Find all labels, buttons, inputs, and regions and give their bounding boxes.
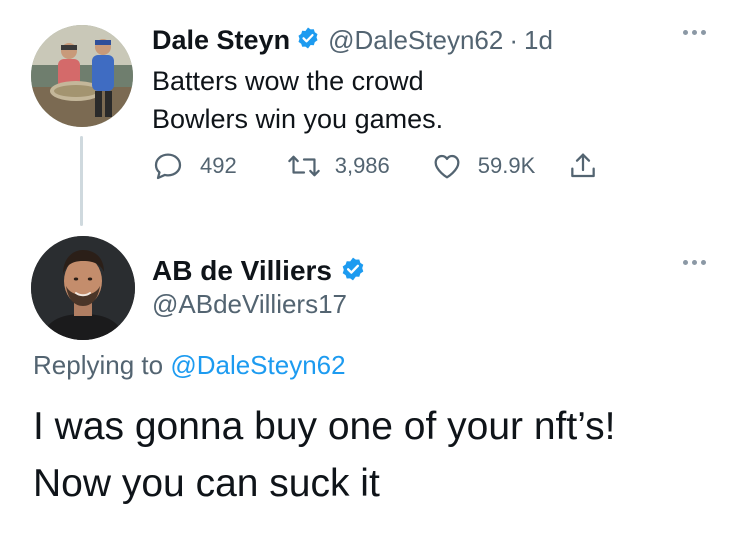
tweet2-line-1: I was gonna buy one of your nft’s! [33, 405, 616, 448]
more-options-icon[interactable] [683, 30, 706, 35]
ab-de-villiers-avatar[interactable] [31, 236, 135, 340]
verified-badge-icon [340, 256, 366, 287]
tweet1-author-name[interactable]: Dale Steyn [152, 25, 290, 56]
tweet2-handle[interactable]: @ABdeVilliers17 [152, 289, 347, 320]
tweet1-text: Batters wow the crowd Bowlers win you ga… [152, 62, 443, 138]
thread-line [80, 136, 83, 226]
share-icon [571, 153, 596, 178]
like-count: 59.9K [477, 153, 536, 178]
retweet-icon [287, 155, 320, 177]
tweet1-handle[interactable]: @DaleSteyn62 [328, 25, 503, 56]
tweet2-text: I was gonna buy one of your nft’s! Now y… [33, 398, 616, 512]
reply-icon [154, 153, 182, 180]
tweet1-action-bar: 492 3,986 59.9K [152, 147, 599, 185]
retweet-count: 3,986 [334, 153, 390, 178]
verified-badge-icon [296, 26, 320, 55]
replying-to-label: Replying to [33, 350, 164, 380]
tweet1-separator: · [509, 24, 519, 55]
share-button[interactable] [567, 150, 599, 182]
more-options-icon[interactable] [683, 260, 706, 265]
replying-to-line: Replying to @DaleSteyn62 [33, 350, 346, 381]
like-button[interactable]: 59.9K [430, 150, 536, 182]
tweet2-header: AB de Villiers [152, 252, 366, 290]
avatar-photo [31, 25, 133, 127]
tweet2-line-2: Now you can suck it [33, 462, 380, 505]
tweet1-line-1: Batters wow the crowd [152, 66, 424, 96]
dale-steyn-avatar[interactable] [31, 25, 133, 127]
tweet1-header: Dale Steyn @DaleSteyn62 · 1d [152, 22, 553, 58]
replying-to-mention[interactable]: @DaleSteyn62 [170, 350, 345, 380]
reply-count: 492 [200, 153, 237, 178]
tweet1-line-2: Bowlers win you games. [152, 104, 444, 134]
avatar-photo [31, 236, 135, 340]
tweet1-time[interactable]: 1d [524, 25, 553, 56]
reply-button[interactable]: 492 [152, 150, 237, 182]
retweet-button[interactable]: 3,986 [287, 150, 390, 182]
heart-icon [434, 154, 460, 179]
tweet2-author-name[interactable]: AB de Villiers [152, 255, 332, 287]
